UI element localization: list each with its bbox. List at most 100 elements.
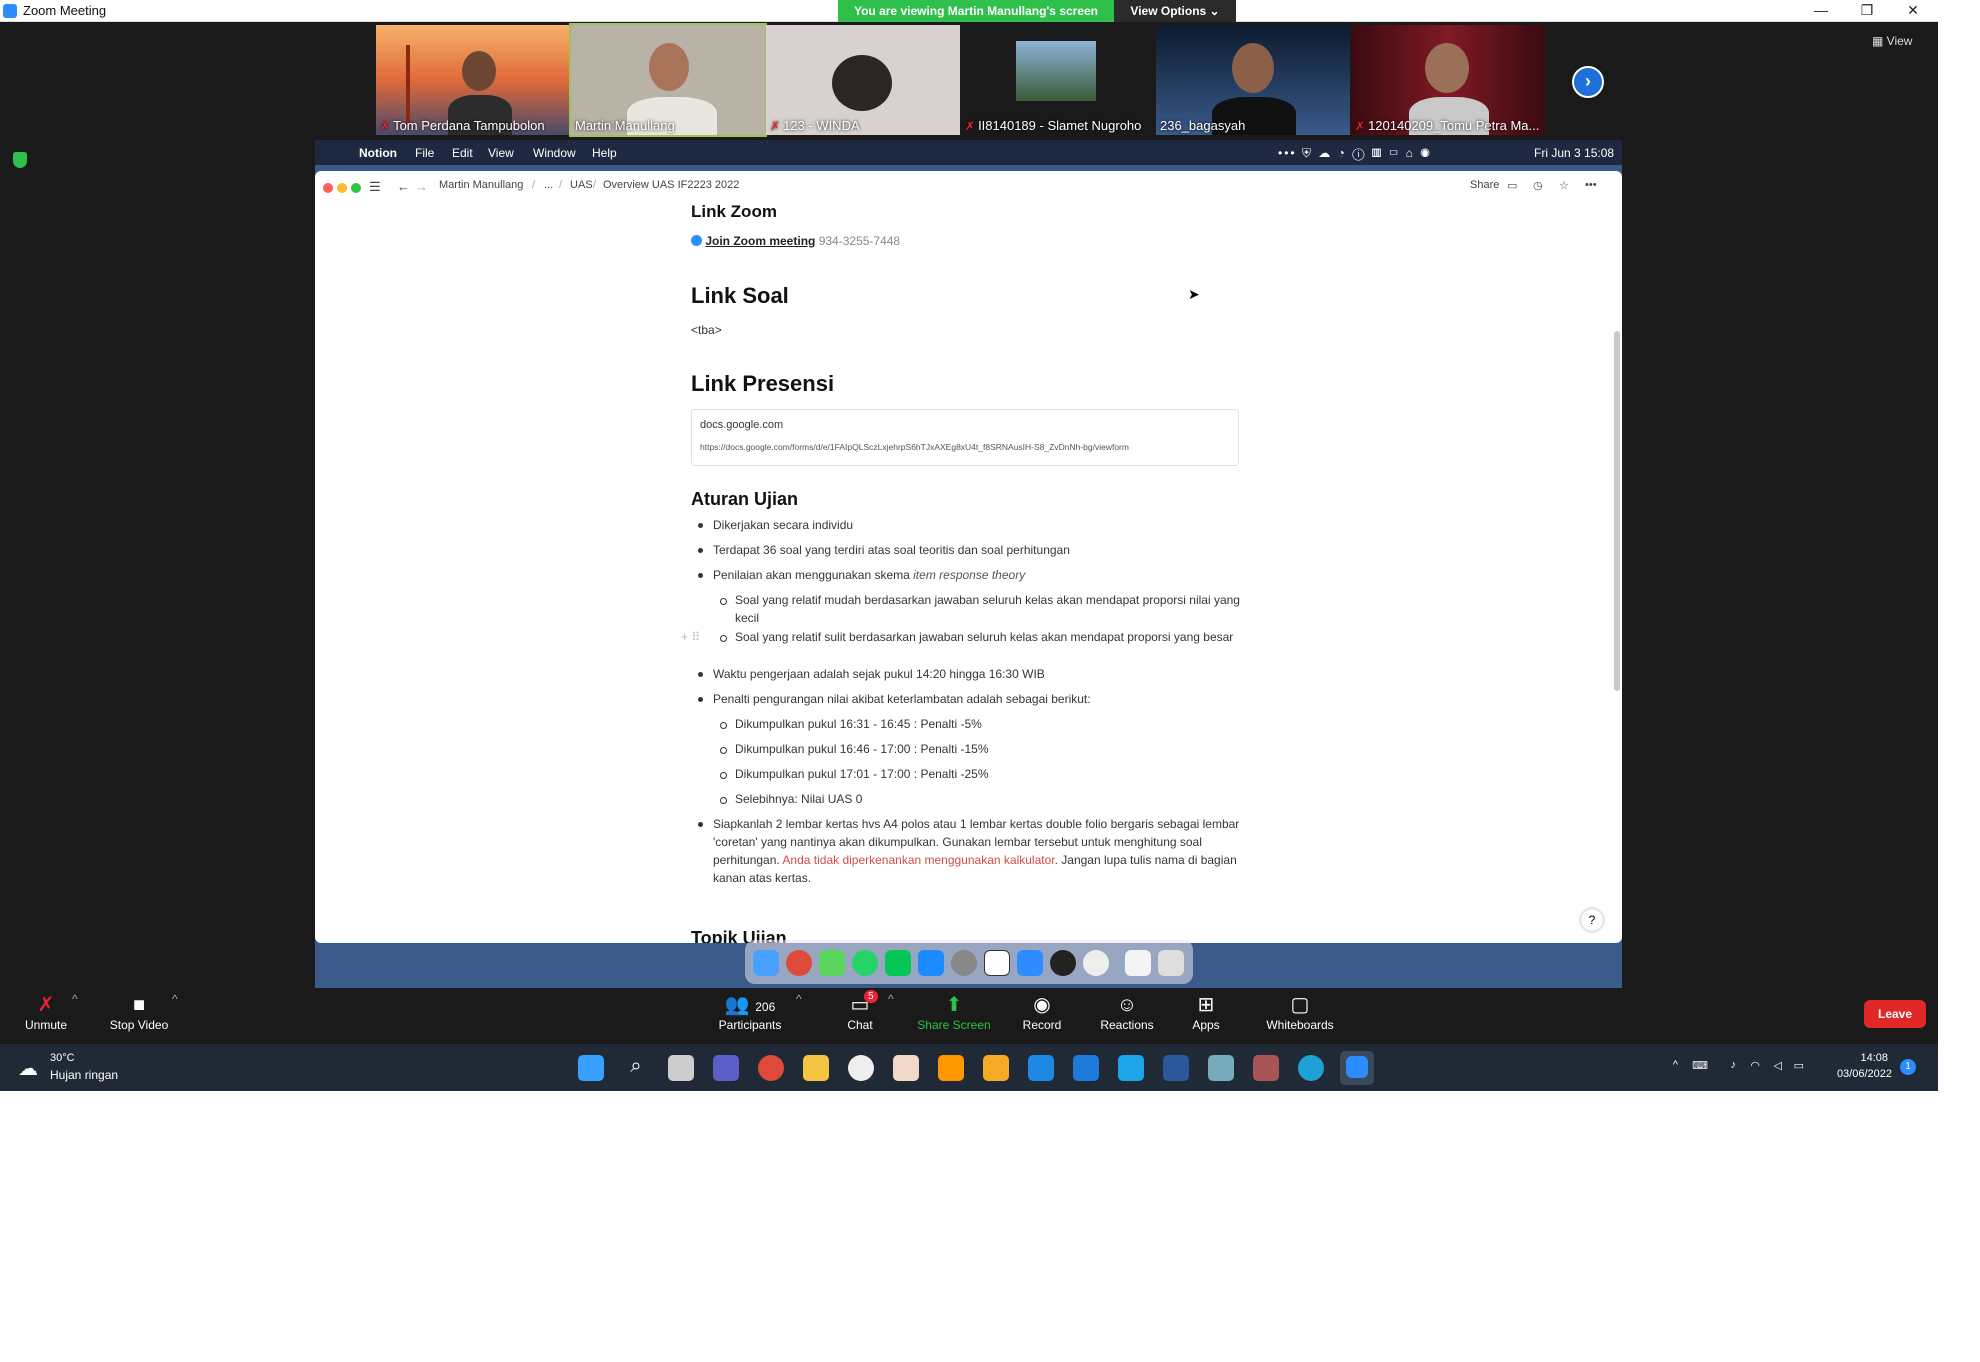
breadcrumb-separator: /	[559, 179, 563, 191]
microphone-icon[interactable]: ♪	[1731, 1059, 1737, 1071]
sublime-icon[interactable]	[938, 1055, 964, 1081]
mac-dock	[745, 940, 1193, 984]
clock-time[interactable]: 14:08	[1828, 1052, 1888, 1064]
line-icon[interactable]	[1118, 1055, 1144, 1081]
view-button[interactable]: ▦ View	[1872, 34, 1912, 48]
start-icon[interactable]	[578, 1055, 604, 1081]
menu-file: File	[415, 146, 435, 160]
search-icon[interactable]: ⌕	[623, 1055, 649, 1081]
close-button[interactable]: ✕	[1890, 0, 1936, 22]
participant-tile[interactable]: ✗ 120140209_Tomu Petra Ma...	[1351, 25, 1545, 135]
meeting-id: 934-3255-7448	[818, 234, 901, 248]
drag-handle-icon: + ⠿	[681, 630, 701, 644]
chat-chevron-icon[interactable]: ^	[888, 992, 894, 1006]
participants-icon: 👥	[724, 994, 750, 1016]
participant-tile-active-speaker[interactable]: Martin Manullang	[569, 23, 767, 137]
avatar	[1232, 43, 1274, 93]
bookmark-title: docs.google.com	[700, 419, 784, 431]
menu-window: Window	[533, 146, 576, 160]
shared-screen: Notion File Edit View Window Help ••• ⛨ …	[315, 140, 1622, 988]
finder-icon	[753, 950, 779, 976]
muted-mic-icon: ✗	[380, 119, 391, 133]
participant-tile[interactable]: ✗ 123 - WINDA	[766, 25, 960, 135]
word-icon[interactable]	[1163, 1055, 1189, 1081]
chrome-icon[interactable]	[758, 1055, 784, 1081]
notification-badge[interactable]: 1	[1900, 1059, 1916, 1075]
reactions-icon: ☺	[1116, 994, 1138, 1016]
list-item: Soal yang relatif sulit berdasarkan jawa…	[720, 628, 1243, 646]
vscode-icon[interactable]	[1073, 1055, 1099, 1081]
participants-chevron-icon[interactable]: ^	[796, 992, 802, 1006]
line-icon	[885, 950, 911, 976]
edge-icon[interactable]	[1298, 1055, 1324, 1081]
bookmark-url: https://docs.google.com/forms/d/e/1FAIpQ…	[700, 442, 1129, 452]
leave-button[interactable]: Leave	[1864, 1000, 1926, 1028]
share-screen-button[interactable]: ⬆ Share Screen	[916, 992, 992, 1032]
participant-tile[interactable]: ✗ II8140189 - Slamet Nugroho	[961, 25, 1155, 135]
list-item: Dikumpulkan pukul 16:31 - 16:45 : Penalt…	[720, 715, 1265, 733]
reactions-button[interactable]: ☺ Reactions	[1098, 992, 1156, 1032]
help-button: ?	[1581, 909, 1603, 931]
document-icon	[1125, 950, 1151, 976]
app-store-icon	[918, 950, 944, 976]
whatsapp-icon	[852, 950, 878, 976]
file-explorer-icon[interactable]	[803, 1055, 829, 1081]
mac-clock: Fri Jun 3 15:08	[1534, 146, 1615, 160]
video-options-chevron-icon[interactable]: ^	[172, 992, 178, 1006]
back-arrow-icon: ←	[397, 179, 410, 194]
app-icon[interactable]	[893, 1055, 919, 1081]
participant-name: Martin Manullang	[575, 118, 675, 133]
photos-icon[interactable]	[1208, 1055, 1234, 1081]
audio-options-chevron-icon[interactable]: ^	[72, 992, 78, 1006]
keyboard-icon[interactable]: ⌨	[1692, 1059, 1708, 1072]
heading-aturan-ujian: Aturan Ujian	[691, 489, 799, 509]
participant-name: II8140189 - Slamet Nugroho	[978, 118, 1142, 133]
heading-link-soal: Link Soal	[691, 283, 789, 308]
volume-icon[interactable]: ◁	[1774, 1059, 1782, 1072]
breadcrumb-item: ...	[544, 179, 554, 191]
media-icon[interactable]	[983, 1055, 1009, 1081]
screen-share-banner: You are viewing Martin Manullang's scree…	[838, 0, 1236, 22]
window-title: Zoom Meeting	[23, 3, 107, 18]
stop-video-button[interactable]: ■ Stop Video	[108, 992, 170, 1032]
mail-icon[interactable]	[1028, 1055, 1054, 1081]
list-item: Siapkanlah 2 lembar kertas hvs A4 polos …	[698, 815, 1243, 887]
record-icon: ◉	[1033, 994, 1051, 1016]
apps-icon: ⊞	[1197, 994, 1215, 1016]
teams-icon[interactable]	[713, 1055, 739, 1081]
avatar	[649, 43, 689, 91]
clock-date[interactable]: 03/06/2022	[1822, 1068, 1892, 1080]
game-icon[interactable]	[1253, 1055, 1279, 1081]
participants-button[interactable]: 👥 206 Participants	[714, 992, 786, 1032]
tray-chevron-icon[interactable]: ^	[1673, 1059, 1678, 1071]
apps-button[interactable]: ⊞ Apps	[1190, 992, 1222, 1032]
weather-desc[interactable]: Hujan ringan	[50, 1068, 118, 1082]
comments-icon: ▭	[1507, 180, 1518, 192]
list-item: Penilaian akan menggunakan skema item re…	[698, 566, 1243, 584]
forward-arrow-icon: →	[415, 179, 428, 194]
chat-button[interactable]: ▭ 5 Chat	[840, 990, 880, 1032]
view-options-button[interactable]: View Options ⌄	[1114, 0, 1236, 22]
battery-icon[interactable]: ▭	[1794, 1059, 1804, 1072]
minimize-button[interactable]: —	[1798, 0, 1844, 22]
restore-button[interactable]: ❐	[1844, 0, 1890, 22]
muted-mic-icon: ✗	[965, 119, 976, 133]
messages-icon	[819, 950, 845, 976]
notion-icon	[984, 950, 1010, 976]
breadcrumb-page: Overview UAS IF2223 2022	[603, 179, 740, 191]
whiteboards-button[interactable]: ▢ Whiteboards	[1262, 992, 1338, 1032]
zoom-taskbar-active[interactable]	[1340, 1051, 1374, 1085]
participant-tile[interactable]: 236_bagasyah	[1156, 25, 1350, 135]
heading-link-presensi: Link Presensi	[691, 371, 835, 396]
media-player-icon[interactable]	[848, 1055, 874, 1081]
record-button[interactable]: ◉ Record	[1018, 992, 1066, 1032]
heading-link-zoom: Link Zoom	[691, 202, 777, 221]
unmute-button[interactable]: ✗ Unmute	[22, 992, 70, 1032]
participant-tile[interactable]: ✗ Tom Perdana Tampubolon	[376, 25, 570, 135]
zoom-app-icon	[3, 4, 17, 18]
task-view-icon[interactable]	[668, 1055, 694, 1081]
wifi-icon[interactable]: ◠	[1750, 1059, 1760, 1072]
weather-temp[interactable]: 30°C	[50, 1052, 75, 1064]
participant-name: 236_bagasyah	[1160, 118, 1246, 133]
next-page-arrow-icon[interactable]: ›	[1572, 66, 1604, 98]
